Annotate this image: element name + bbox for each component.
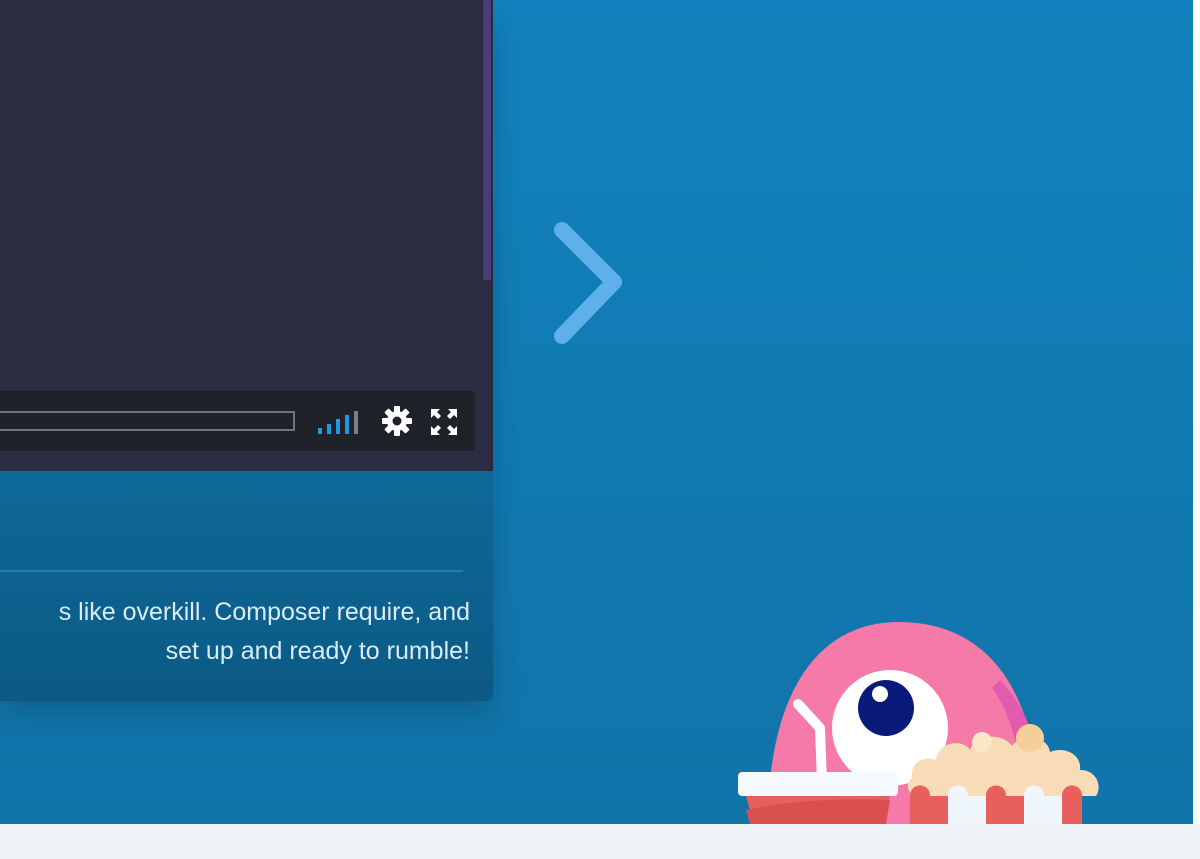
fullscreen-icon [431,409,457,435]
volume-bar-1 [318,428,322,434]
settings-button[interactable] [381,405,413,437]
divider [0,570,463,572]
popcorn-monster-icon [738,622,1099,824]
progress-bar[interactable] [0,411,295,431]
card-body: s like overkill. Composer require, and s… [0,471,493,701]
volume-bar-5 [354,411,358,434]
video-card: s like overkill. Composer require, and s… [0,0,493,701]
page-stage: s like overkill. Composer require, and s… [0,0,1200,859]
volume-bar-4 [345,415,349,434]
chevron-right-icon [554,222,622,344]
gear-icon [382,406,412,436]
description-line-1: s like overkill. Composer require, and [58,598,470,626]
player-controls [0,391,475,451]
volume-control[interactable] [318,410,364,434]
fullscreen-button[interactable] [430,408,458,436]
description-line-2: set up and ready to rumble! [165,637,470,665]
scrollbar-thumb[interactable] [483,0,491,280]
mascot-illustration [730,610,1110,824]
page-edge [1193,0,1200,824]
scrollbar-track[interactable] [483,280,491,471]
volume-bar-2 [327,424,331,434]
volume-bar-3 [336,419,340,434]
next-slide-button[interactable] [544,214,636,352]
card-description: s like overkill. Composer require, and s… [0,593,470,671]
footer-band [0,824,1200,859]
